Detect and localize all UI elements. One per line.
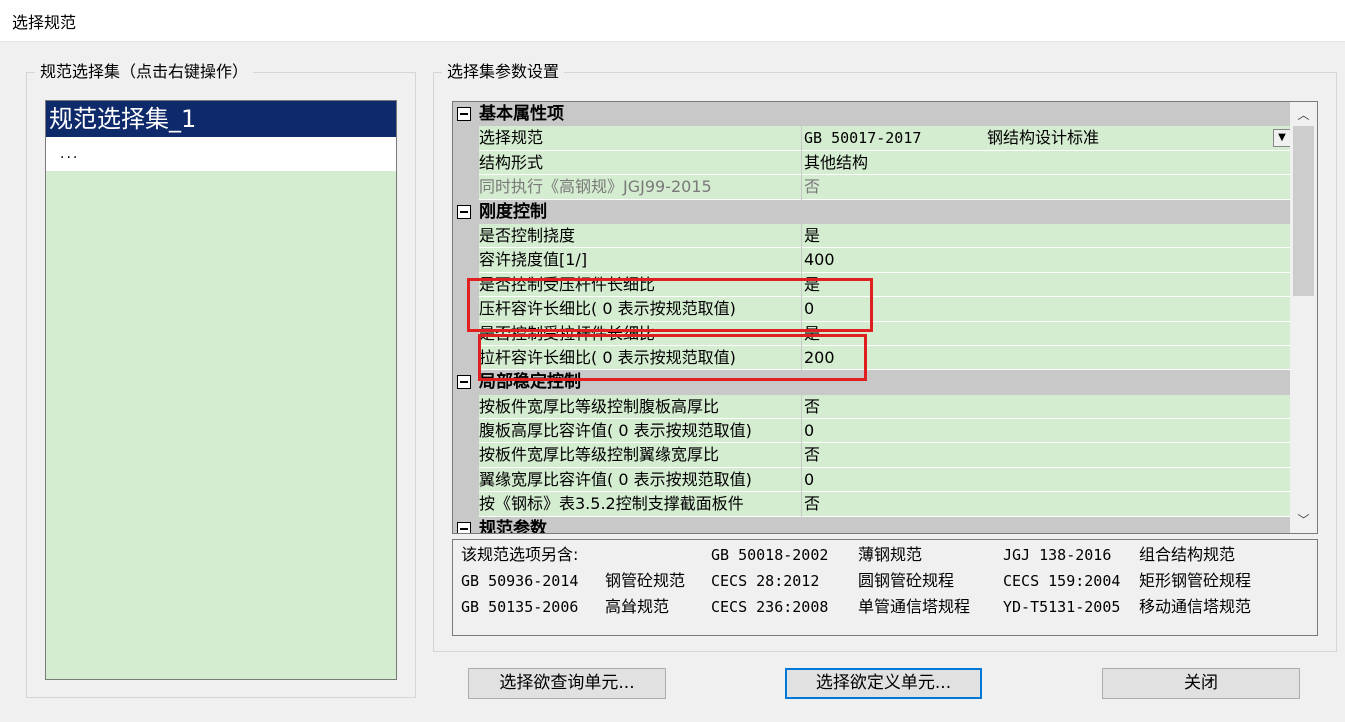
category-row[interactable]: 刚度控制 xyxy=(453,199,1291,224)
property-value[interactable]: 400 xyxy=(802,248,1291,273)
highlight-box xyxy=(467,278,873,332)
category-row[interactable]: 规范参数 xyxy=(453,516,1291,534)
info-name: 单管通信塔规程 xyxy=(858,597,971,616)
info-code: CECS 159:2004 xyxy=(1003,572,1121,590)
property-value: 否 xyxy=(802,175,1291,200)
property-value[interactable]: 否 xyxy=(802,492,1291,517)
info-code: CECS 28:2012 xyxy=(711,572,820,590)
property-row[interactable]: 腹板高厚比容许值( 0 表示按规范取值) 0 xyxy=(453,419,1291,444)
info-code: JGJ 138-2016 xyxy=(1003,546,1112,564)
info-name: 移动通信塔规范 xyxy=(1139,597,1252,616)
highlight-box xyxy=(478,334,867,381)
property-row[interactable]: 是否控制挠度 是 xyxy=(453,223,1291,249)
code-combo-name: 钢结构设计标准 xyxy=(987,128,1100,148)
property-name: 结构形式 xyxy=(479,150,801,176)
property-name: 同时执行《高钢规》JGJ99-2015 xyxy=(479,175,801,200)
property-row[interactable]: 选择规范 GB 50017-2017 钢结构设计标准 ▼ xyxy=(453,126,1291,151)
property-name: 选择规范 xyxy=(479,126,801,151)
code-combo-value: GB 50017-2017 xyxy=(804,129,922,148)
property-row[interactable]: 按板件宽厚比等级控制腹板高厚比 否 xyxy=(453,394,1291,420)
scroll-up-icon[interactable]: ︿ xyxy=(1290,104,1317,126)
property-name: 按板件宽厚比等级控制腹板高厚比 xyxy=(479,394,801,420)
collapse-icon[interactable] xyxy=(457,204,471,219)
info-name: 组合结构规范 xyxy=(1139,545,1236,564)
code-combo[interactable]: GB 50017-2017 钢结构设计标准 ▼ xyxy=(802,126,1291,151)
info-name: 钢管砼规范 xyxy=(605,571,686,590)
category-label: 规范参数 xyxy=(479,518,547,534)
info-name: 矩形钢管砼规程 xyxy=(1139,571,1252,590)
title-bar[interactable]: 选择规范 xyxy=(0,0,1345,42)
info-name: 薄钢规范 xyxy=(858,545,923,564)
window-title: 选择规范 xyxy=(12,13,77,32)
info-code: GB 50018-2002 xyxy=(711,546,829,564)
info-name: 圆钢管砼规程 xyxy=(858,571,955,590)
select-query-unit-button[interactable]: 选择欲查询单元... xyxy=(468,668,666,699)
info-code: GB 50936-2014 xyxy=(461,572,579,590)
property-row[interactable]: 结构形式 其他结构 xyxy=(453,150,1291,176)
collapse-icon[interactable] xyxy=(457,107,471,121)
info-code: CECS 236:2008 xyxy=(711,598,829,616)
property-value[interactable]: 0 xyxy=(802,467,1291,493)
property-name: 是否控制挠度 xyxy=(479,223,801,249)
info-code: YD-T5131-2005 xyxy=(1003,598,1121,616)
right-groupbox-legend: 选择集参数设置 xyxy=(442,62,565,82)
collapse-icon[interactable] xyxy=(457,521,471,533)
property-value[interactable]: 200 xyxy=(802,345,1291,371)
category-label: 基本属性项 xyxy=(479,104,564,124)
property-value[interactable]: 是 xyxy=(802,321,1291,346)
property-value[interactable]: 是 xyxy=(802,272,1291,298)
dropdown-arrow-icon[interactable]: ▼ xyxy=(1273,129,1291,148)
code-info-panel: 该规范选项另含: GB 50018-2002 薄钢规范 JGJ 138-2016… xyxy=(452,539,1318,636)
property-value[interactable]: 否 xyxy=(802,394,1291,420)
property-row[interactable]: 翼缘宽厚比容许值( 0 表示按规范取值) 0 xyxy=(453,467,1291,493)
list-item-selected[interactable]: 规范选择集_1 xyxy=(46,101,396,137)
category-label: 刚度控制 xyxy=(479,201,547,222)
property-name: 按板件宽厚比等级控制翼缘宽厚比 xyxy=(479,443,801,468)
category-row[interactable]: 基本属性项 xyxy=(453,102,1291,127)
info-heading: 该规范选项另含: xyxy=(461,545,579,564)
property-name: 腹板高厚比容许值( 0 表示按规范取值) xyxy=(479,419,801,444)
property-value[interactable]: 是 xyxy=(802,223,1291,249)
left-groupbox-legend: 规范选择集（点击右键操作） xyxy=(35,62,254,82)
property-row[interactable]: 按板件宽厚比等级控制翼缘宽厚比 否 xyxy=(453,443,1291,468)
property-value[interactable]: 0 xyxy=(802,419,1291,444)
vertical-scrollbar[interactable]: ︿ ﹀ xyxy=(1290,102,1317,533)
property-row: 同时执行《高钢规》JGJ99-2015 否 xyxy=(453,175,1291,200)
property-name: 按《钢标》表3.5.2控制支撑截面板件 xyxy=(479,492,801,517)
code-set-list[interactable]: 规范选择集_1 ... xyxy=(45,100,397,680)
collapse-icon[interactable] xyxy=(457,375,471,390)
property-value[interactable]: 其他结构 xyxy=(802,150,1291,176)
property-name: 翼缘宽厚比容许值( 0 表示按规范取值) xyxy=(479,467,801,493)
property-value[interactable]: 0 xyxy=(802,297,1291,322)
property-row[interactable]: 容许挠度值[1/] 400 xyxy=(453,248,1291,273)
property-name: 容许挠度值[1/] xyxy=(479,248,801,273)
property-row[interactable]: 按《钢标》表3.5.2控制支撑截面板件 否 xyxy=(453,492,1291,517)
scroll-thumb[interactable] xyxy=(1293,126,1314,296)
property-value[interactable]: 否 xyxy=(802,443,1291,468)
info-code: GB 50135-2006 xyxy=(461,598,579,616)
close-button[interactable]: 关闭 xyxy=(1102,668,1300,699)
scroll-down-icon[interactable]: ﹀ xyxy=(1290,509,1317,531)
list-item[interactable]: ... xyxy=(46,137,396,171)
select-define-unit-button[interactable]: 选择欲定义单元... xyxy=(785,668,982,699)
info-name: 高耸规范 xyxy=(605,597,670,616)
